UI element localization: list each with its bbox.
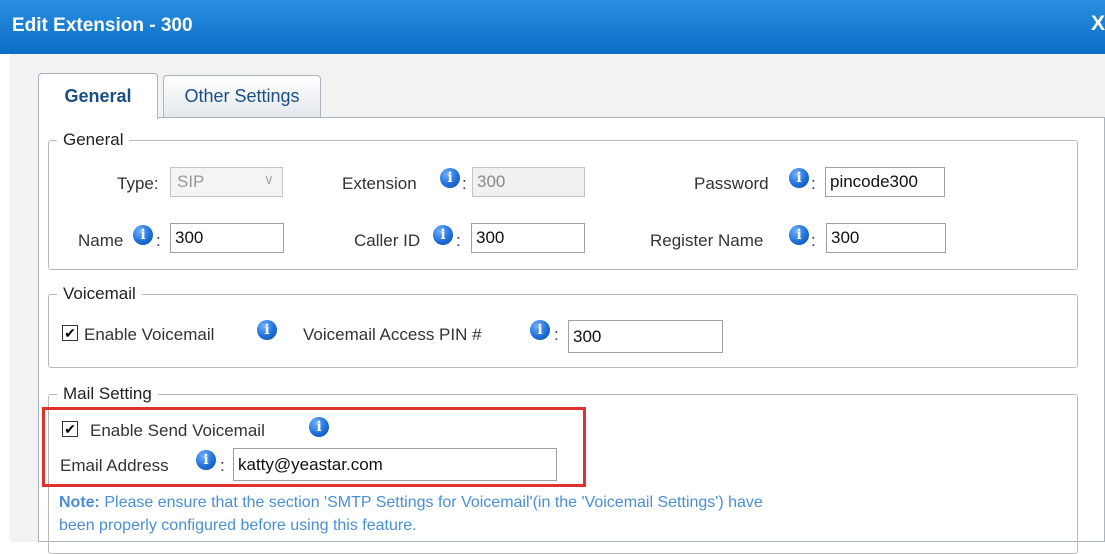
general-legend: General (63, 130, 124, 149)
password-field[interactable] (825, 167, 945, 197)
name-colon: : (156, 231, 161, 250)
caller-id-info-icon[interactable]: i (433, 225, 453, 245)
voicemail-legend: Voicemail (63, 284, 136, 303)
name-field[interactable] (170, 223, 284, 253)
caller-id-colon: : (456, 231, 461, 250)
register-name-info-icon[interactable]: i (789, 225, 809, 245)
note-line1: Please ensure that the section 'SMTP Set… (99, 494, 763, 511)
smtp-note: Note: Please ensure that the section 'SM… (59, 491, 999, 537)
voicemail-pin-label: Voicemail Access PIN # (303, 325, 482, 344)
close-button[interactable]: X (1091, 12, 1105, 36)
name-info-icon[interactable]: i (133, 225, 153, 245)
enable-send-voicemail-label: Enable Send Voicemail (90, 421, 265, 440)
dialog-title: Edit Extension - 300 (12, 15, 193, 36)
enable-voicemail-checkbox[interactable]: ✔ (62, 325, 78, 341)
email-address-field[interactable] (233, 448, 557, 481)
email-info-icon[interactable]: i (196, 450, 216, 470)
voicemail-pin-info-icon[interactable]: i (530, 320, 550, 340)
extension-colon: : (462, 174, 467, 193)
password-info-icon[interactable]: i (789, 168, 809, 188)
password-colon: : (811, 174, 816, 193)
type-value: SIP (177, 172, 205, 191)
mail-setting-legend: Mail Setting (63, 384, 152, 403)
chevron-down-icon: ∨ (263, 171, 274, 187)
register-name-colon: : (811, 231, 816, 250)
note-prefix: Note: (59, 494, 100, 511)
extension-info-icon[interactable]: i (440, 168, 460, 188)
caller-id-field[interactable] (471, 223, 585, 253)
caller-id-label: Caller ID (354, 231, 421, 250)
name-label: Name (78, 231, 124, 250)
password-label: Password (694, 174, 769, 193)
tab-other-settings[interactable]: Other Settings (163, 75, 321, 117)
type-label: Type: (117, 174, 159, 193)
voicemail-pin-field[interactable] (568, 320, 723, 353)
type-select: SIP ∨ (170, 167, 283, 197)
enable-voicemail-label: Enable Voicemail (84, 325, 215, 344)
voicemail-pin-colon: : (554, 325, 559, 344)
register-name-field[interactable] (826, 223, 946, 253)
email-colon: : (220, 456, 225, 475)
extension-label: Extension (342, 174, 417, 193)
dialog-titlebar: Edit Extension - 300 X (0, 0, 1105, 54)
tab-general[interactable]: General (38, 73, 158, 119)
send-voicemail-info-icon[interactable]: i (309, 417, 329, 437)
voicemail-info-icon[interactable]: i (257, 320, 277, 340)
email-address-label: Email Address (60, 456, 169, 475)
extension-field[interactable] (472, 167, 585, 197)
register-name-label: Register Name (650, 231, 764, 250)
enable-send-voicemail-checkbox[interactable]: ✔ (62, 421, 78, 437)
note-line2: been properly configured before using th… (59, 517, 417, 534)
